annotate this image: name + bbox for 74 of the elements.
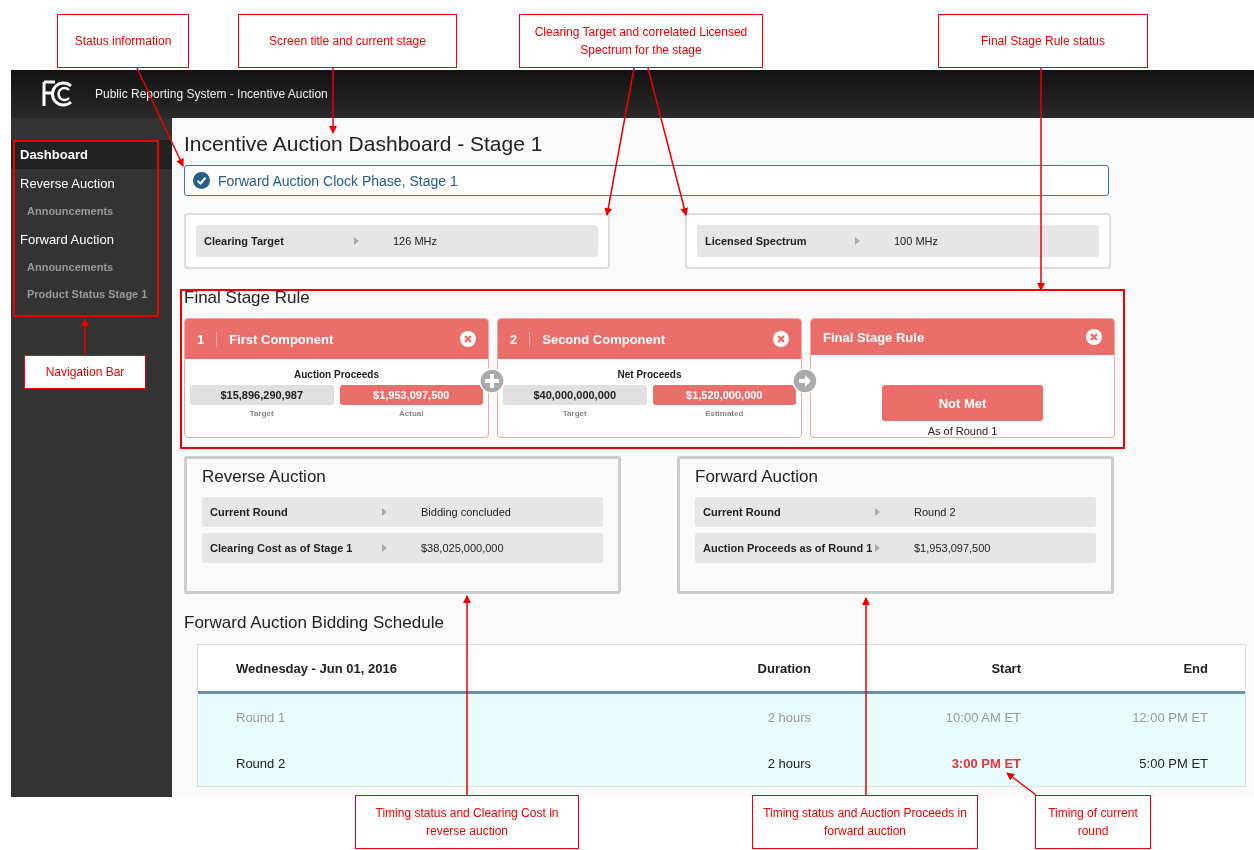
table-cell-text: 10:00 AM ET (944, 709, 1022, 725)
table-cell-text: 5:00 PM ET (1138, 755, 1209, 771)
callout-label: Screen title and current stage (238, 14, 457, 68)
check-circle-icon (193, 172, 210, 189)
close-icon[interactable] (1086, 329, 1102, 345)
card-label: Auction Proceeds (294, 369, 379, 380)
nav-item[interactable]: Dashboard (11, 140, 172, 169)
card-title: Final Stage Rule (823, 329, 926, 345)
info-value: Bidding concluded (421, 506, 511, 518)
card-title: Forward Auction (695, 467, 819, 487)
target-value: $40,000,000,000 (503, 385, 647, 405)
triangle-icon (875, 544, 880, 552)
triangle-icon (382, 508, 387, 516)
section-title: Forward Auction Bidding Schedule (184, 612, 444, 634)
nav-item[interactable]: Forward Auction (11, 225, 172, 254)
triangle-icon (382, 544, 387, 552)
target-value: $15,896,290,987 (190, 385, 334, 405)
card-title: Reverse Auction (202, 467, 327, 487)
section-title: Final Stage Rule (184, 287, 310, 309)
actual-value: $1,520,000,000 (652, 385, 796, 405)
callout-label: Clearing Target and correlated Licensed Spectrum for the stage (519, 14, 763, 68)
rule-status[interactable]: Not Met (882, 385, 1043, 421)
table-cell-text: 12:00 PM ET (1131, 709, 1209, 725)
value-caption: Target (248, 409, 275, 418)
status-text: Forward Auction Clock Phase, Stage 1 (218, 172, 458, 189)
info-value: $38,025,000,000 (421, 542, 504, 554)
triangle-icon (855, 237, 860, 245)
actual-value: $1,953,097,500 (339, 385, 483, 405)
table-cell-text: 2 hours (766, 709, 812, 725)
callout-label: Navigation Bar (24, 355, 146, 389)
info-value: 126 MHz (393, 235, 438, 247)
triangle-icon (354, 237, 359, 245)
leader-arrow (329, 67, 337, 134)
card-title: Second Component (542, 331, 666, 347)
card-label: Net Proceeds (617, 369, 682, 380)
column-header: Wednesday - Jun 01, 2016 (235, 660, 398, 676)
callout-label: Timing status and Auction Proceeds in forward auction (752, 795, 978, 849)
callout-label: Status information (57, 14, 189, 68)
info-label: Clearing Target (204, 235, 285, 247)
table-cell-text: 2 hours (766, 755, 812, 771)
close-icon[interactable] (773, 331, 789, 347)
nav-item[interactable]: Announcements (11, 198, 172, 225)
card-title: First Component (229, 331, 335, 347)
leader-arrow (1006, 772, 1037, 796)
info-label: Auction Proceeds as of Round 1 (703, 542, 874, 554)
info-value: $1,953,097,500 (914, 542, 991, 554)
page-title: Incentive Auction Dashboard - Stage 1 (184, 131, 543, 157)
card-number: 2 (510, 331, 531, 347)
close-icon[interactable] (460, 331, 476, 347)
callout-label: Final Stage Rule status (938, 14, 1148, 68)
value-caption: Estimated (704, 409, 745, 418)
info-label: Current Round (210, 506, 289, 518)
value-caption: Actual (398, 409, 425, 418)
info-label: Clearing Cost as of Stage 1 (210, 542, 354, 554)
callout-label: Timing of current round (1035, 795, 1151, 849)
leader-arrow (81, 318, 89, 356)
info-label: Licensed Spectrum (705, 235, 808, 247)
nav-item[interactable]: Reverse Auction (11, 169, 172, 198)
info-label: Current Round (703, 506, 782, 518)
value-caption: Target (561, 409, 588, 418)
column-header: Duration (756, 660, 812, 676)
nav-item[interactable]: Product Status Stage 1 (11, 281, 172, 308)
column-header: End (1182, 660, 1209, 676)
nav-item[interactable]: Announcements (11, 254, 172, 281)
table-cell-text: 3:00 PM ET (950, 755, 1022, 771)
card-number: 1 (197, 331, 218, 347)
info-value: 100 MHz (894, 235, 939, 247)
info-value: Round 2 (914, 506, 956, 518)
status-note: As of Round 1 (927, 425, 998, 437)
callout-label: Timing status and Clearing Cost in reverse auction (355, 795, 579, 849)
triangle-icon (875, 508, 880, 516)
table-cell-text: Round 1 (235, 709, 287, 725)
column-header: Start (990, 660, 1022, 676)
table-cell-text: Round 2 (235, 755, 287, 771)
